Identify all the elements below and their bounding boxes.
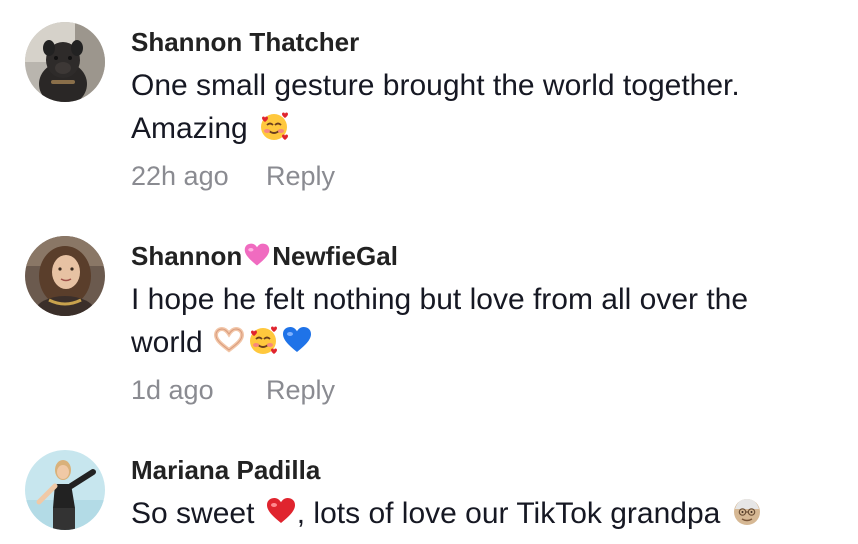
old-man-icon: [731, 495, 763, 527]
comment-username[interactable]: Shannon Thatcher: [131, 20, 841, 64]
comment-text: I hope he felt nothing but love from all…: [131, 278, 841, 364]
comment-meta: 1d ago Reply: [131, 370, 841, 410]
red-heart-icon: [265, 495, 297, 527]
comment-text-line: I hope he felt nothing but love from all…: [131, 283, 749, 316]
comment-text: One small gesture brought the world toge…: [131, 64, 841, 150]
comment-timestamp: 22h ago: [131, 161, 229, 191]
avatar[interactable]: [25, 236, 105, 316]
comment-username[interactable]: Shannon NewfieGal: [131, 234, 841, 278]
comment-text: So sweet , lots of love our TikTok grand…: [131, 492, 841, 535]
smiling-face-with-hearts-icon: [247, 324, 279, 356]
comment-text-line: world: [131, 326, 203, 359]
comment-list: Shannon Thatcher One small gesture broug…: [0, 0, 858, 544]
blue-heart-icon: [281, 324, 313, 356]
reply-button[interactable]: Reply: [266, 370, 335, 410]
comment-text-line: Amazing: [131, 112, 248, 145]
smiling-face-with-hearts-icon: [258, 110, 290, 142]
comment-meta: 22h ago Reply: [131, 156, 841, 196]
woman-avatar-image: [25, 450, 105, 530]
comment-username[interactable]: Mariana Padilla: [131, 448, 841, 492]
username-part: NewfieGal: [272, 241, 398, 271]
woman-avatar-image: [25, 236, 105, 316]
pink-heart-icon: [243, 241, 271, 269]
username-part: Shannon: [131, 241, 243, 271]
avatar[interactable]: [25, 22, 105, 102]
dog-avatar-image: [25, 22, 105, 102]
heart-hands-icon: [213, 324, 245, 356]
comment-text-part: , lots of love our TikTok grandpa: [296, 497, 721, 530]
comment-timestamp: 1d ago: [131, 375, 214, 405]
reply-button[interactable]: Reply: [266, 156, 335, 196]
avatar[interactable]: [25, 450, 105, 530]
comment-text-line: One small gesture brought the world toge…: [131, 69, 740, 102]
comment-text-part: So sweet: [131, 497, 255, 530]
